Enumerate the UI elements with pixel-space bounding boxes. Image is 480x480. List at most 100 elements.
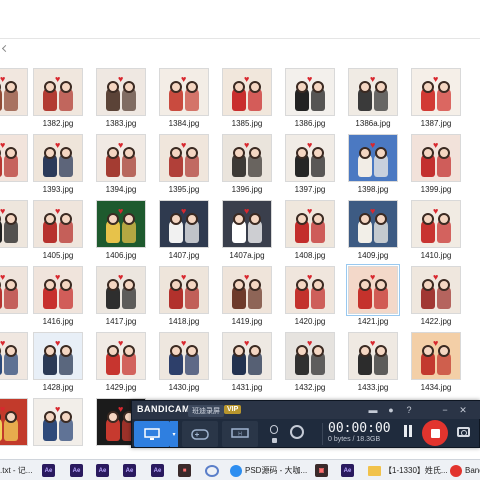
device-record-mode-button[interactable]: H: [222, 421, 258, 447]
thumbnail-image: ♥: [159, 332, 209, 380]
close-icon[interactable]: ✕: [458, 405, 468, 415]
file-thumbnail-item[interactable]: ♥ 1384.jpg: [158, 68, 218, 134]
chevron-down-icon[interactable]: [1, 44, 10, 53]
taskbar-app-circles[interactable]: [205, 462, 219, 479]
figure-head: [375, 81, 387, 93]
file-name-label: 1418.jpg: [168, 317, 200, 326]
file-thumbnail-item[interactable]: ♥ 1429.jpg: [95, 332, 155, 398]
file-thumbnail-item[interactable]: ♥ 1398.jpg: [347, 134, 407, 200]
taskbar-bandicam[interactable]: Bandi: [450, 462, 480, 479]
file-thumbnail-item[interactable]: ♥ 1408.jpg: [284, 200, 344, 266]
taskbar-after-effects-3[interactable]: Ae: [96, 462, 109, 479]
thumbnail-image: ♥: [0, 134, 28, 182]
bandicam-title-bar[interactable]: BANDICAM 班迪录屏 VIP ▬ ● ? − ✕: [132, 401, 480, 419]
gamepad-icon: [191, 428, 209, 440]
taskbar-after-effects-4[interactable]: Ae: [123, 462, 136, 479]
file-name-label: 1422.jpg: [420, 317, 452, 326]
file-thumbnail-item[interactable]: ♥ 1396.jpg: [221, 134, 281, 200]
file-name-label: 1386a.jpg: [355, 119, 391, 128]
taskbar-folder-window[interactable]: 【1-1330】姓氏...: [368, 462, 448, 479]
figure-head: [60, 279, 72, 291]
taskbar-app-red[interactable]: ■: [178, 462, 191, 479]
vip-badge[interactable]: VIP: [224, 405, 242, 414]
file-thumbnail-item[interactable]: ♥ 1386a.jpg: [347, 68, 407, 134]
file-thumbnail-item[interactable]: ♥ 1420.jpg: [284, 266, 344, 332]
taskbar-after-effects-6[interactable]: Ae: [341, 462, 354, 479]
file-thumbnail-item[interactable]: ♥ 1409.jpg: [347, 200, 407, 266]
file-thumbnail-item[interactable]: ♥ 1393.jpg: [32, 134, 92, 200]
file-thumbnail-item[interactable]: ♥ 1431.jpg: [221, 332, 281, 398]
file-thumbnail-item[interactable]: ♥ 1399.jpg: [410, 134, 470, 200]
figure-head: [438, 147, 450, 159]
help-icon[interactable]: ?: [404, 405, 414, 415]
record-stop-button[interactable]: [422, 420, 448, 446]
file-name-label: 1432.jpg: [294, 383, 326, 392]
thumbnail-image: ♥: [411, 68, 461, 116]
webcam-icon[interactable]: [290, 425, 304, 439]
screen-record-mode-button[interactable]: [134, 421, 170, 447]
file-thumbnail-item[interactable]: ♥ 1421.jpg: [346, 264, 407, 332]
microphone-icon[interactable]: [270, 425, 278, 434]
file-name-label: 1420.jpg: [294, 317, 326, 326]
thumbnail-image: ♥: [96, 68, 146, 116]
hdmi-icon: H: [231, 428, 249, 438]
taskbar-notepad[interactable]: .txt - 记...: [0, 462, 32, 479]
file-thumbnail-item[interactable]: ♥ 1405.jpg: [32, 200, 92, 266]
figure-head: [312, 345, 324, 357]
pause-button[interactable]: [402, 425, 414, 439]
speaker-icon[interactable]: [272, 438, 277, 443]
browser-icon: [230, 464, 242, 477]
taskbar-after-effects-2[interactable]: Ae: [70, 462, 83, 479]
file-thumbnail-item[interactable]: ♥ 1432.jpg: [284, 332, 344, 398]
file-thumbnail-item[interactable]: ♥ 1387.jpg: [410, 68, 470, 134]
file-thumbnail-item[interactable]: ♥ 1394.jpg: [95, 134, 155, 200]
taskbar-after-effects-5[interactable]: Ae: [151, 462, 164, 479]
file-name-label: 1386.jpg: [294, 119, 326, 128]
file-thumbnail-item[interactable]: ♥ 1397.jpg: [284, 134, 344, 200]
thumbnail-image: ♥: [348, 68, 398, 116]
minimize-icon[interactable]: −: [440, 405, 450, 415]
thumbnail-image: ♥: [222, 332, 272, 380]
taskbar-after-effects-1[interactable]: Ae: [42, 462, 55, 479]
file-thumbnail-item[interactable]: ♥ 1407a.jpg: [221, 200, 281, 266]
mode-dropdown-button[interactable]: ▾: [170, 421, 178, 447]
file-name-label: 1383.jpg: [105, 119, 137, 128]
file-thumbnail-item[interactable]: ♥ 1434.jpg: [410, 332, 470, 398]
screenshot-camera-icon[interactable]: [457, 427, 470, 437]
figure-body: [0, 87, 2, 111]
pause-icon-bar: [409, 425, 412, 437]
thumbnail-image: ♥: [411, 134, 461, 182]
file-thumbnail-item[interactable]: ♥: [32, 398, 92, 464]
file-thumbnail-item[interactable]: ♥ 1417.jpg: [95, 266, 155, 332]
thumbnail-image: ♥: [0, 266, 28, 314]
file-thumbnail-item[interactable]: ♥ 1385.jpg: [221, 68, 281, 134]
file-thumbnail-item[interactable]: ♥ 1406.jpg: [95, 200, 155, 266]
file-thumbnail-item[interactable]: ♥ 1410.jpg: [410, 200, 470, 266]
folder-icon[interactable]: ▬: [368, 405, 378, 415]
file-thumbnail-item[interactable]: ♥ 1407.jpg: [158, 200, 218, 266]
thumbnail-image: ♥: [33, 398, 83, 446]
file-thumbnail-item[interactable]: ♥ 1428.jpg: [32, 332, 92, 398]
file-thumbnail-item[interactable]: ♥ 1418.jpg: [158, 266, 218, 332]
after-effects-icon: Ae: [341, 464, 354, 477]
file-thumbnail-item[interactable]: ♥ 1416.jpg: [32, 266, 92, 332]
file-thumbnail-item[interactable]: ♥ 1386.jpg: [284, 68, 344, 134]
file-thumbnail-item[interactable]: ♥ 1382.jpg: [32, 68, 92, 134]
bandicam-window: BANDICAM 班迪录屏 VIP ▬ ● ? − ✕ ▾ H 00:00:00…: [131, 400, 480, 448]
settings-icon[interactable]: ●: [386, 405, 396, 415]
file-thumbnail-item[interactable]: ♥ 1422.jpg: [410, 266, 470, 332]
heart-icon: ♥: [55, 272, 61, 282]
file-thumbnail-item[interactable]: ♥ 1383.jpg: [95, 68, 155, 134]
file-thumbnail-item[interactable]: ♥ 1395.jpg: [158, 134, 218, 200]
file-name-label: 1405.jpg: [42, 251, 74, 260]
file-thumbnail-item[interactable]: ♥ 1430.jpg: [158, 332, 218, 398]
file-name-label: 1434.jpg: [420, 383, 452, 392]
taskbar-psd-window[interactable]: PSD源码 - 大咖...: [230, 462, 307, 479]
thumbnail-image: ♥: [33, 200, 83, 248]
taskbar-app-grid[interactable]: ▣: [315, 462, 328, 479]
file-thumbnail-item[interactable]: ♥ 1419.jpg: [221, 266, 281, 332]
game-record-mode-button[interactable]: [182, 421, 218, 447]
figure-head: [123, 213, 135, 225]
file-thumbnail-item[interactable]: ♥ 1433.jpg: [347, 332, 407, 398]
figure-head: [123, 345, 135, 357]
